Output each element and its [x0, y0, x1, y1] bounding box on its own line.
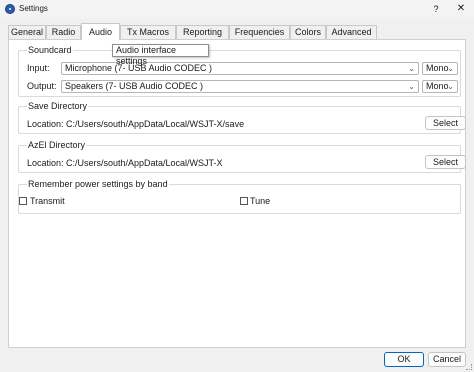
chevron-down-icon: ⌄ — [408, 64, 415, 73]
tab-general[interactable]: General — [8, 25, 46, 39]
close-button[interactable]: ✕ — [452, 2, 470, 16]
help-button[interactable]: ? — [426, 2, 446, 16]
azel-directory-title: AzEl Directory — [27, 140, 87, 150]
transmit-label: Transmit — [30, 196, 65, 206]
cancel-button[interactable]: Cancel — [428, 352, 466, 367]
soundcard-group-title: Soundcard — [27, 45, 73, 55]
save-directory-title: Save Directory — [27, 101, 89, 111]
tab-advanced[interactable]: Advanced — [326, 25, 377, 39]
save-location-label: Location: — [27, 119, 64, 129]
tune-label: Tune — [250, 196, 271, 206]
chevron-down-icon: ⌄ — [447, 64, 454, 73]
title-bar: Settings ? ✕ — [0, 0, 474, 19]
save-directory-group: Save Directory Location: C:/Users/south/… — [18, 101, 466, 134]
power-settings-group: Remember power settings by band Transmit… — [18, 179, 461, 214]
chevron-down-icon: ⌄ — [408, 82, 415, 91]
window-title: Settings — [19, 4, 48, 13]
tab-tx-macros[interactable]: Tx Macros — [120, 25, 176, 39]
output-channel-select[interactable]: Mono ⌄ — [422, 80, 458, 93]
input-label: Input: — [27, 63, 50, 73]
transmit-checkbox[interactable] — [19, 197, 27, 205]
tab-audio[interactable]: Audio — [81, 23, 120, 40]
save-directory-select-button[interactable]: Select — [425, 116, 466, 130]
power-settings-title: Remember power settings by band — [27, 179, 169, 189]
chevron-down-icon: ⌄ — [447, 82, 454, 91]
azel-directory-select-button[interactable]: Select — [425, 155, 466, 169]
audio-tab-tooltip: Audio interface settings — [112, 44, 209, 66]
wsjt-app-icon — [5, 4, 15, 14]
output-label: Output: — [27, 81, 57, 91]
azel-directory-group: AzEl Directory Location: C:/Users/south/… — [18, 140, 466, 173]
ok-button[interactable]: OK — [384, 352, 424, 367]
save-directory-path: C:/Users/south/AppData/Local/WSJT-X/save — [66, 119, 245, 129]
input-channel-value: Mono — [426, 63, 449, 73]
azel-location-label: Location: — [27, 158, 64, 168]
output-device-value: Speakers (7- USB Audio CODEC ) — [65, 81, 204, 91]
output-device-select[interactable]: Speakers (7- USB Audio CODEC ) ⌄ — [61, 80, 419, 93]
tab-radio[interactable]: Radio — [46, 25, 81, 39]
output-channel-value: Mono — [426, 81, 449, 91]
resize-grip-icon[interactable] — [466, 364, 472, 370]
soundcard-group: Soundcard Input: Microphone (7- USB Audi… — [18, 45, 461, 97]
azel-directory-path: C:/Users/south/AppData/Local/WSJT-X — [66, 158, 223, 168]
audio-tab-panel: Soundcard Input: Microphone (7- USB Audi… — [8, 39, 466, 348]
input-device-select[interactable]: Microphone (7- USB Audio CODEC ) ⌄ — [61, 62, 419, 75]
tab-reporting[interactable]: Reporting — [176, 25, 229, 39]
input-channel-select[interactable]: Mono ⌄ — [422, 62, 458, 75]
tab-colors[interactable]: Colors — [290, 25, 326, 39]
tab-frequencies[interactable]: Frequencies — [229, 25, 290, 39]
tune-checkbox[interactable] — [240, 197, 248, 205]
